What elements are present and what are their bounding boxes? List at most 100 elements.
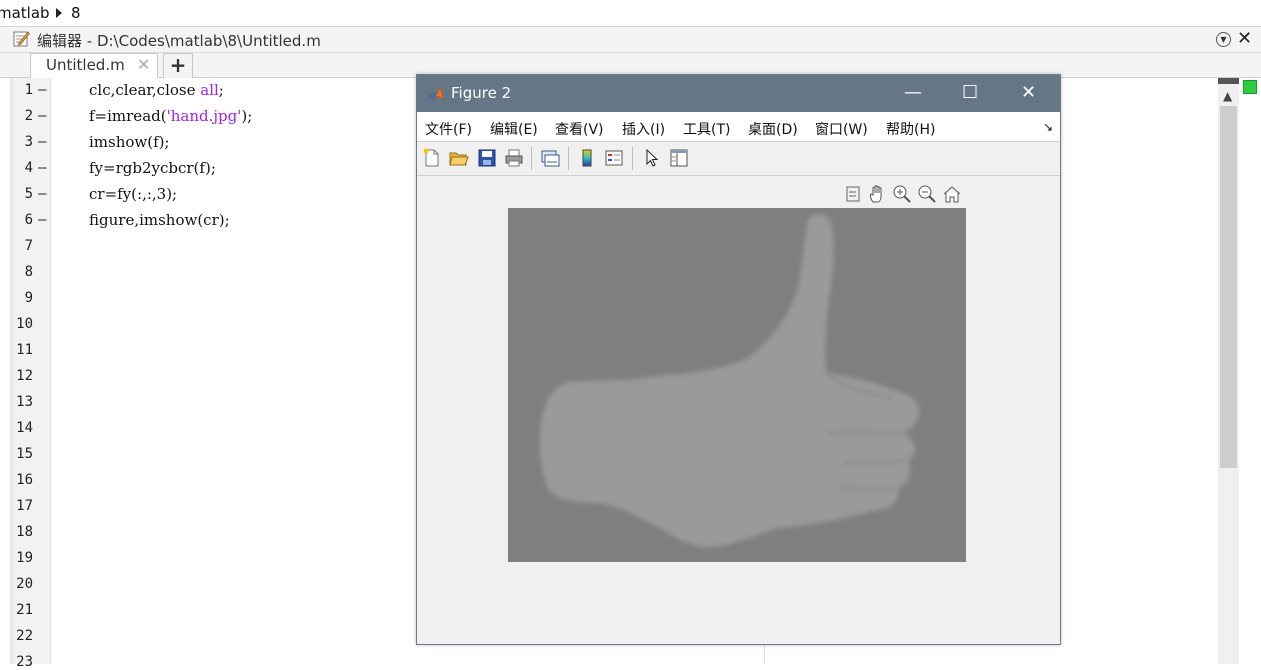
code-line[interactable]: clc,clear,close all;	[89, 81, 224, 99]
toolbar-separator	[531, 147, 532, 170]
open-file-icon[interactable]	[449, 148, 469, 168]
minimize-icon[interactable]: —	[904, 82, 922, 103]
brush-icon[interactable]	[843, 184, 863, 204]
code-line[interactable]: f=imread('hand.jpg');	[89, 107, 252, 125]
zoom-out-icon[interactable]	[917, 184, 937, 204]
line-number: 19	[16, 550, 33, 566]
tab-label: Untitled.m	[46, 56, 125, 74]
figure-menubar: 文件(F) 编辑(E) 查看(V) 插入(I) 工具(T) 桌面(D) 窗口(W…	[417, 112, 1060, 142]
line-number: 11	[16, 342, 33, 358]
line-number-gutter: 1 2 3 4 5 6 7 8 9 10 11 12 13 14 15 16 1…	[13, 78, 51, 670]
menu-edit[interactable]: 编辑(E)	[490, 119, 538, 139]
line-number: 13	[16, 394, 33, 410]
new-figure-icon[interactable]	[422, 148, 442, 168]
code-text: imshow(f);	[89, 133, 170, 151]
toolbar-separator	[568, 147, 569, 170]
line-number: 17	[16, 498, 33, 514]
line-number: 4	[24, 160, 33, 176]
vertical-scrollbar[interactable]: ▲	[1218, 78, 1239, 664]
line-number: 14	[16, 420, 33, 436]
close-editor-icon[interactable]: ✕	[1237, 28, 1252, 49]
editor-header: 编辑器 - D:\Codes\matlab\8\Untitled.m ▼ ✕	[0, 27, 1261, 53]
code-line[interactable]: figure,imshow(cr);	[89, 211, 230, 229]
code-analyzer-status-icon[interactable]	[1243, 80, 1257, 94]
link-plot-icon[interactable]	[540, 148, 560, 168]
code-keyword: all	[200, 81, 219, 99]
displayed-image	[508, 208, 966, 562]
menu-help[interactable]: 帮助(H)	[886, 119, 935, 139]
zoom-in-icon[interactable]	[892, 184, 912, 204]
maximize-icon[interactable]: ☐	[962, 82, 978, 103]
code-string: 'hand.jpg'	[166, 107, 242, 125]
menu-tools[interactable]: 工具(T)	[683, 119, 730, 139]
pointer-icon[interactable]	[642, 148, 662, 168]
line-number: 22	[16, 628, 33, 644]
line-number: 15	[16, 446, 33, 462]
scrollbar-thumb[interactable]	[1220, 106, 1237, 468]
executable-line-marker: —	[38, 134, 47, 150]
code-text: f=imread(	[89, 107, 167, 125]
executable-line-marker: —	[38, 212, 47, 228]
figure-title: Figure 2	[451, 84, 512, 102]
legend-icon[interactable]	[604, 148, 624, 168]
line-number: 3	[24, 134, 33, 150]
save-icon[interactable]	[477, 148, 497, 168]
property-inspector-icon[interactable]	[669, 148, 689, 168]
executable-line-marker: —	[38, 160, 47, 176]
breadcrumb-arrow-icon	[56, 8, 62, 18]
line-number: 1	[24, 82, 33, 98]
line-number: 2	[24, 108, 33, 124]
code-text: figure,imshow(cr);	[89, 211, 230, 229]
executable-line-marker: —	[38, 108, 47, 124]
editor-title: 编辑器 - D:\Codes\matlab\8\Untitled.m	[37, 32, 321, 50]
line-number: 7	[24, 238, 33, 254]
line-number: 9	[24, 290, 33, 306]
menu-insert[interactable]: 插入(I)	[622, 119, 665, 139]
menu-file[interactable]: 文件(F)	[425, 119, 472, 139]
close-window-icon[interactable]: ✕	[1021, 82, 1036, 103]
code-text: cr=fy(:,:,3);	[89, 185, 178, 203]
figure-toolbar	[417, 142, 1060, 176]
line-number: 6	[24, 212, 33, 228]
line-number: 8	[24, 264, 33, 280]
print-icon[interactable]	[504, 148, 524, 168]
axes-toolbar	[843, 184, 968, 206]
line-number: 21	[16, 602, 33, 618]
add-tab-button[interactable]: +	[163, 53, 193, 78]
line-number: 23	[16, 654, 33, 670]
line-number: 16	[16, 472, 33, 488]
scrollbar-split-handle[interactable]	[1218, 78, 1239, 84]
code-text: clc,clear,close	[89, 81, 201, 99]
code-text: fy=rgb2ycbcr(f);	[89, 159, 216, 177]
close-tab-icon[interactable]: ✕	[137, 55, 150, 74]
line-number: 10	[16, 316, 33, 332]
line-number: 5	[24, 186, 33, 202]
code-line[interactable]: fy=rgb2ycbcr(f);	[89, 159, 216, 177]
menu-window[interactable]: 窗口(W)	[815, 119, 868, 139]
menu-view[interactable]: 查看(V)	[555, 119, 604, 139]
code-line[interactable]: imshow(f);	[89, 133, 170, 151]
home-icon[interactable]	[942, 184, 962, 204]
line-number: 20	[16, 576, 33, 592]
executable-line-marker: —	[38, 82, 47, 98]
breadcrumb-item-matlab[interactable]: matlab	[0, 4, 50, 22]
pan-hand-icon[interactable]	[867, 184, 887, 204]
tab-untitled[interactable]: Untitled.m ✕	[30, 53, 158, 78]
dock-figure-icon[interactable]: ↘	[1043, 120, 1053, 134]
executable-line-marker: —	[38, 186, 47, 202]
colorbar-icon[interactable]	[577, 148, 597, 168]
line-number: 18	[16, 524, 33, 540]
code-text: );	[241, 107, 253, 125]
line-number: 12	[16, 368, 33, 384]
toolbar-separator	[632, 147, 633, 170]
editor-actions-icon[interactable]: ▼	[1216, 32, 1231, 47]
matlab-logo-icon	[428, 86, 445, 101]
figure-titlebar[interactable]: Figure 2 — ☐ ✕	[417, 75, 1060, 112]
breadcrumb: matlab 8	[0, 0, 1261, 27]
code-text: ;	[218, 81, 224, 99]
scroll-up-icon[interactable]: ▲	[1223, 89, 1232, 103]
hand-thumbs-up-image	[508, 208, 966, 562]
code-line[interactable]: cr=fy(:,:,3);	[89, 185, 177, 203]
breadcrumb-item-8[interactable]: 8	[71, 4, 81, 22]
menu-desktop[interactable]: 桌面(D)	[748, 119, 798, 139]
